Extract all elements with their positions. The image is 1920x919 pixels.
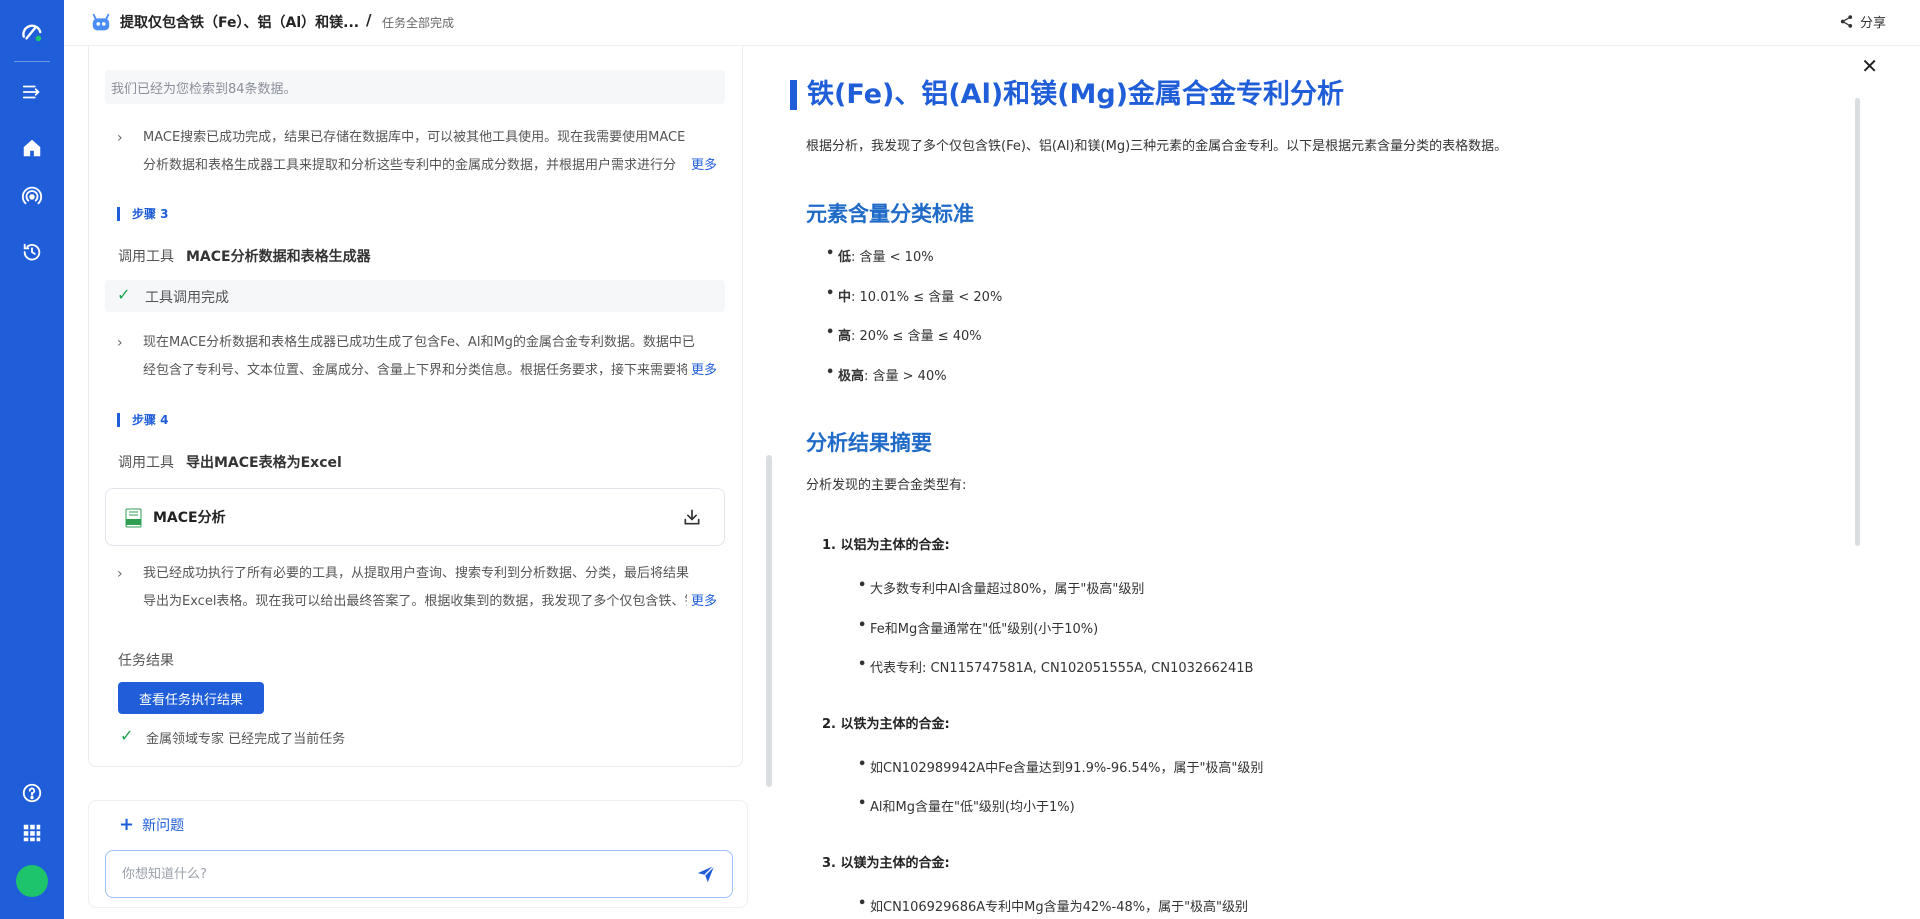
document-scrollbar[interactable]: [1855, 98, 1860, 546]
group-title: 3. 以镁为主体的合金:: [822, 856, 950, 871]
criteria-item: 极高: 含量 > 40%: [826, 365, 947, 384]
criteria-item: 高: 20% ≤ 含量 ≤ 40%: [826, 325, 982, 344]
home-icon[interactable]: [16, 132, 48, 164]
more-link[interactable]: 更多: [686, 588, 717, 616]
download-icon[interactable]: [682, 507, 702, 527]
share-button[interactable]: 分享: [1839, 12, 1886, 31]
criteria-item: 中: 10.01% ≤ 含量 < 20%: [826, 286, 1002, 305]
excel-file-icon: [125, 508, 142, 528]
task-title: 提取仅包含铁（Fe）、铝（Al）和镁...: [120, 15, 360, 31]
share-label: 分享: [1859, 16, 1886, 31]
broadcast-icon[interactable]: [16, 180, 48, 212]
tool-name: 导出MACE表格为Excel: [186, 455, 342, 471]
thought-text: 我已经成功执行了所有必要的工具，从提取用户查询、搜索专利到分析数据、分类，最后将…: [143, 566, 698, 609]
file-name: MACE分析: [153, 510, 226, 526]
check-icon: ✓: [120, 726, 134, 745]
robot-icon: [92, 13, 110, 31]
chevron-right-icon: ›: [117, 130, 123, 146]
result-document: ✕ 铁(Fe)、铝(Al)和镁(Mg)金属合金专利分析 根据分析，我发现了多个仅…: [790, 46, 1890, 919]
chevron-right-icon: ›: [117, 566, 123, 582]
send-icon[interactable]: [695, 863, 717, 885]
more-link[interactable]: 更多: [686, 357, 717, 385]
final-status-text: 金属领域专家 已经完成了当前任务: [146, 732, 346, 747]
group-title: 2. 以铁为主体的合金:: [822, 717, 950, 732]
view-result-button[interactable]: 查看任务执行结果: [118, 682, 264, 714]
criteria-item: 低: 含量 < 10%: [826, 246, 934, 265]
thought-text: 现在MACE分析数据和表格生成器已成功生成了包含Fe、Al和Mg的金属合金专利数…: [143, 335, 695, 378]
close-icon[interactable]: ✕: [1861, 54, 1878, 78]
tool-call-label: 调用工具: [118, 455, 174, 471]
group-item: 大多数专利中Al含量超过80%，属于"极高"级别: [858, 578, 1144, 597]
agent-steps-panel: 我们已经为您检索到84条数据。 › MACE搜索已成功完成，结果已存储在数据库中…: [88, 46, 743, 767]
summary-intro: 分析发现的主要合金类型有:: [806, 478, 967, 493]
group-title: 1. 以铝为主体的合金:: [822, 538, 950, 553]
step-label: 步骤 4: [117, 413, 169, 427]
group-item: Al和Mg含量在"低"级别(均小于1%): [858, 796, 1075, 815]
tool-done-text: 工具调用完成: [145, 290, 229, 306]
thought-text: MACE搜索已成功完成，结果已存储在数据库中，可以被其他工具使用。现在我需要使用…: [143, 130, 686, 173]
rail-divider: [14, 61, 50, 62]
left-rail: [0, 0, 64, 919]
excel-file-card[interactable]: MACE分析: [105, 488, 725, 546]
share-icon: [1840, 15, 1853, 28]
avatar[interactable]: [16, 865, 48, 897]
step-label: 步骤 3: [117, 207, 169, 221]
task-result-label: 任务结果: [118, 653, 174, 669]
question-input[interactable]: [105, 850, 733, 898]
chat-scrollbar[interactable]: [766, 455, 772, 787]
tool-call-label: 调用工具: [118, 249, 174, 265]
tool-name: MACE分析数据和表格生成器: [186, 249, 371, 265]
group-item: 代表专利: CN115747581A, CN102051555A, CN1032…: [858, 657, 1253, 676]
more-link[interactable]: 更多: [686, 152, 717, 180]
tool-call-row: 调用工具 导出MACE表格为Excel: [118, 452, 342, 472]
input-panel: + 新问题: [88, 800, 748, 908]
tool-done-row: ✓ 工具调用完成: [105, 280, 725, 312]
history-icon[interactable]: [16, 236, 48, 268]
task-status: 任务全部完成: [382, 16, 455, 30]
apps-grid-icon[interactable]: [16, 817, 48, 849]
group-item: 如CN102989942A中Fe含量达到91.9%-96.54%，属于"极高"级…: [858, 757, 1263, 776]
group-item: Fe和Mg含量通常在"低"级别(小于10%): [858, 618, 1098, 637]
collapse-sidebar-icon[interactable]: [16, 76, 48, 108]
new-question-button[interactable]: + 新问题: [119, 814, 184, 835]
plus-icon: +: [119, 814, 135, 835]
help-icon[interactable]: [16, 777, 48, 809]
chevron-right-icon: ›: [117, 335, 123, 351]
final-status-row: ✓ 金属领域专家 已经完成了当前任务: [118, 726, 346, 747]
tool-call-row: 调用工具 MACE分析数据和表格生成器: [118, 246, 371, 266]
section-heading: 分析结果摘要: [806, 431, 932, 455]
breadcrumb-separator: /: [366, 11, 372, 29]
app-logo-icon[interactable]: [16, 16, 48, 48]
doc-intro: 根据分析，我发现了多个仅包含铁(Fe)、铝(Al)和镁(Mg)三种元素的金属合金…: [806, 139, 1508, 154]
new-question-label: 新问题: [142, 817, 185, 834]
search-result-info: 我们已经为您检索到84条数据。: [105, 70, 725, 104]
doc-title: 铁(Fe)、铝(Al)和镁(Mg)金属合金专利分析: [790, 80, 1344, 110]
group-item: 如CN106929686A专利中Mg含量为42%-48%，属于"极高"级别: [858, 896, 1248, 915]
section-heading: 元素含量分类标准: [806, 202, 974, 226]
check-icon: ✓: [117, 285, 131, 304]
top-bar: 提取仅包含铁（Fe）、铝（Al）和镁... / 任务全部完成 分享: [64, 0, 1920, 46]
